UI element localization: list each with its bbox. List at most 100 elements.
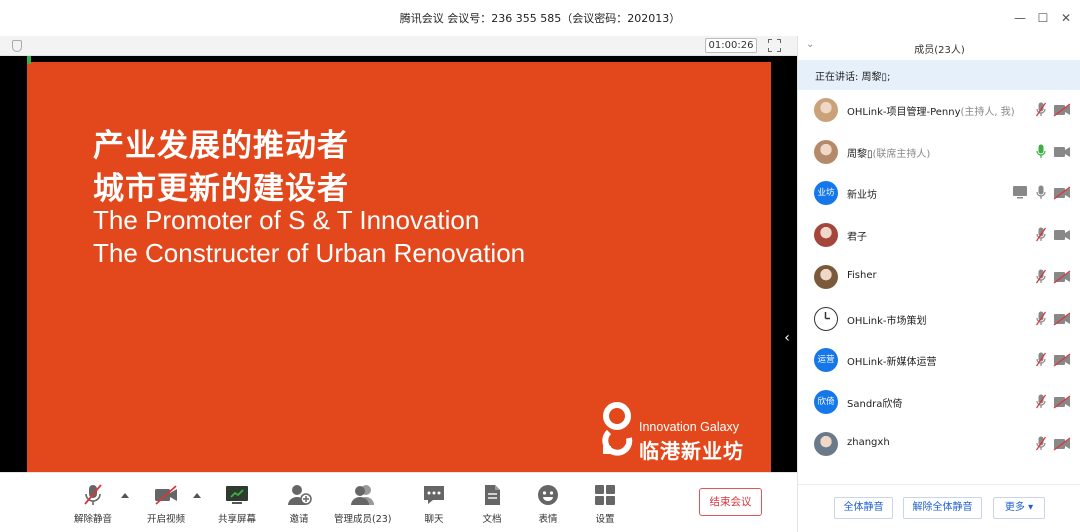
avatar: 欣倚 — [814, 389, 838, 414]
camera-off-icon[interactable] — [1053, 103, 1071, 117]
fullscreen-icon[interactable] — [768, 39, 781, 52]
shield-icon[interactable] — [12, 40, 22, 52]
avatar — [814, 223, 838, 248]
documents-button[interactable]: 文档 — [479, 483, 505, 529]
video-options-caret-icon[interactable] — [193, 493, 201, 498]
settings-button[interactable]: 设置 — [592, 483, 618, 529]
member-row[interactable]: 周黎▯(联席主持人) — [798, 132, 1080, 174]
invite-user-icon — [286, 483, 312, 507]
mic-muted-icon — [80, 483, 106, 507]
share-screen-icon — [224, 483, 250, 507]
avatar — [814, 98, 838, 122]
camera-icon[interactable] — [1053, 145, 1071, 159]
collapse-panel-chevron-icon[interactable]: ‹ — [780, 330, 794, 346]
members-icon — [350, 483, 376, 507]
member-name: Sandra欣倚 — [847, 395, 902, 410]
mic-muted-icon[interactable] — [1035, 394, 1047, 410]
member-row[interactable]: 运营 OHLink-新媒体运营 — [798, 340, 1080, 382]
members-panel-footer: 全体静音 解除全体静音 更多 ▾ — [798, 484, 1080, 532]
members-panel-title: 成员(23人) — [914, 45, 965, 56]
slide-title-cn-2: 城市更新的建设者 — [93, 171, 349, 207]
avatar — [814, 306, 838, 331]
member-name: OHLink-新媒体运营 — [847, 353, 936, 368]
camera-off-icon[interactable] — [1053, 395, 1071, 409]
member-row[interactable]: 君子 — [798, 215, 1080, 257]
screen-share-icon — [1012, 185, 1028, 199]
member-role: (联席主持人) — [872, 148, 931, 160]
share-screen-button[interactable]: 共享屏幕 — [218, 483, 256, 529]
members-panel-header: ⌄ 成员(23人) — [798, 36, 1080, 60]
end-meeting-button[interactable]: 结束会议 — [699, 488, 762, 516]
logo-text-en: Innovation Galaxy — [639, 420, 740, 434]
mute-all-button[interactable]: 全体静音 — [834, 497, 893, 519]
member-row[interactable]: 欣倚 Sandra欣倚 — [798, 382, 1080, 424]
member-name-text: Fisher — [847, 269, 877, 281]
stage-top-bar: 01:00:26 — [0, 36, 797, 56]
camera-off-icon[interactable] — [1053, 270, 1071, 284]
mic-muted-icon[interactable] — [1035, 269, 1047, 285]
member-name-text: OHLink-新媒体运营 — [847, 357, 937, 369]
member-name-text: OHLink-项目管理-Penny — [847, 107, 961, 118]
speaking-indicator: 正在讲话: 周黎▯; — [798, 60, 1080, 90]
avatar — [814, 431, 838, 456]
mic-muted-icon[interactable] — [1035, 227, 1047, 243]
member-name: Fisher — [847, 270, 877, 281]
member-name: 周黎▯(联席主持人) — [847, 145, 930, 160]
maximize-button[interactable]: ☐ — [1031, 8, 1055, 28]
close-button[interactable]: ✕ — [1054, 8, 1078, 28]
members-panel: ⌄ 成员(23人) 正在讲话: 周黎▯; OHLink-项目管理-Penny(主… — [797, 36, 1080, 532]
avatar — [814, 264, 838, 289]
member-name-text: zhangxh — [847, 436, 890, 448]
slide-indicator — [27, 56, 31, 64]
member-name-text: 周黎▯ — [847, 148, 873, 160]
member-name-text: Sandra欣倚 — [847, 398, 903, 410]
member-name: OHLink-市场策划 — [847, 312, 926, 327]
member-name-text: OHLink-市场策划 — [847, 315, 927, 327]
invite-button[interactable]: 邀请 — [286, 483, 312, 529]
emoji-icon — [535, 483, 561, 507]
mic-muted-icon[interactable] — [1035, 311, 1047, 327]
manage-members-button[interactable]: 管理成员(23) — [334, 483, 392, 529]
presentation-slide: 产业发展的推动者 城市更新的建设者 The Promoter of S & T … — [27, 62, 771, 472]
audio-options-caret-icon[interactable] — [121, 493, 129, 498]
window-title: 腾讯会议 会议号：236 355 585（会议密码：202013） — [399, 12, 681, 25]
member-row[interactable]: zhangxh — [798, 424, 1080, 466]
member-role: (主持人, 我) — [960, 107, 1015, 118]
chat-icon — [421, 483, 447, 507]
shared-screen-stage: 产业发展的推动者 城市更新的建设者 The Promoter of S & T … — [0, 56, 797, 472]
camera-icon[interactable] — [1053, 228, 1071, 242]
mic-muted-icon[interactable] — [1035, 352, 1047, 368]
minimize-button[interactable]: — — [1008, 8, 1032, 28]
unmute-all-button[interactable]: 解除全体静音 — [903, 497, 982, 519]
camera-off-icon[interactable] — [1053, 437, 1071, 451]
member-row[interactable]: Fisher — [798, 257, 1080, 299]
member-name: zhangxh — [847, 437, 890, 448]
avatar — [814, 139, 838, 164]
document-icon — [479, 483, 505, 507]
mic-muted-icon[interactable] — [1035, 436, 1047, 452]
member-row[interactable]: 业坊 新业坊 — [798, 173, 1080, 215]
camera-off-icon[interactable] — [1053, 353, 1071, 367]
window-titlebar: 腾讯会议 会议号：236 355 585（会议密码：202013） — ☐ ✕ — [0, 0, 1080, 36]
more-button[interactable]: 更多 ▾ — [993, 497, 1045, 519]
camera-off-icon — [153, 483, 179, 507]
mic-muted-icon[interactable] — [1035, 102, 1047, 118]
camera-off-icon[interactable] — [1053, 186, 1071, 200]
reactions-button[interactable]: 表情 — [535, 483, 561, 529]
chat-button[interactable]: 聊天 — [421, 483, 447, 529]
settings-grid-icon — [592, 483, 618, 507]
slide-title-en-2: The Constructer of Urban Renovation — [93, 238, 526, 268]
unmute-button[interactable]: 解除静音 — [74, 483, 112, 529]
mic-icon[interactable] — [1036, 185, 1046, 201]
slide-title-en-1: The Promoter of S & T Innovation — [93, 205, 480, 235]
avatar: 业坊 — [814, 181, 838, 206]
mic-icon[interactable] — [1036, 144, 1046, 160]
avatar: 运营 — [814, 348, 838, 373]
member-row[interactable]: OHLink-市场策划 — [798, 299, 1080, 341]
member-name-text: 君子 — [847, 232, 867, 244]
logo-text-cn: 临港新业坊 — [639, 439, 744, 463]
member-row[interactable]: OHLink-项目管理-Penny(主持人, 我) — [798, 90, 1080, 132]
start-video-button[interactable]: 开启视频 — [147, 483, 185, 529]
camera-off-icon[interactable] — [1053, 311, 1071, 326]
meeting-toolbar: 解除静音 开启视频 共享屏幕 邀请 管理成员(23) 聊天 文档 表情 设置 结… — [0, 472, 797, 532]
